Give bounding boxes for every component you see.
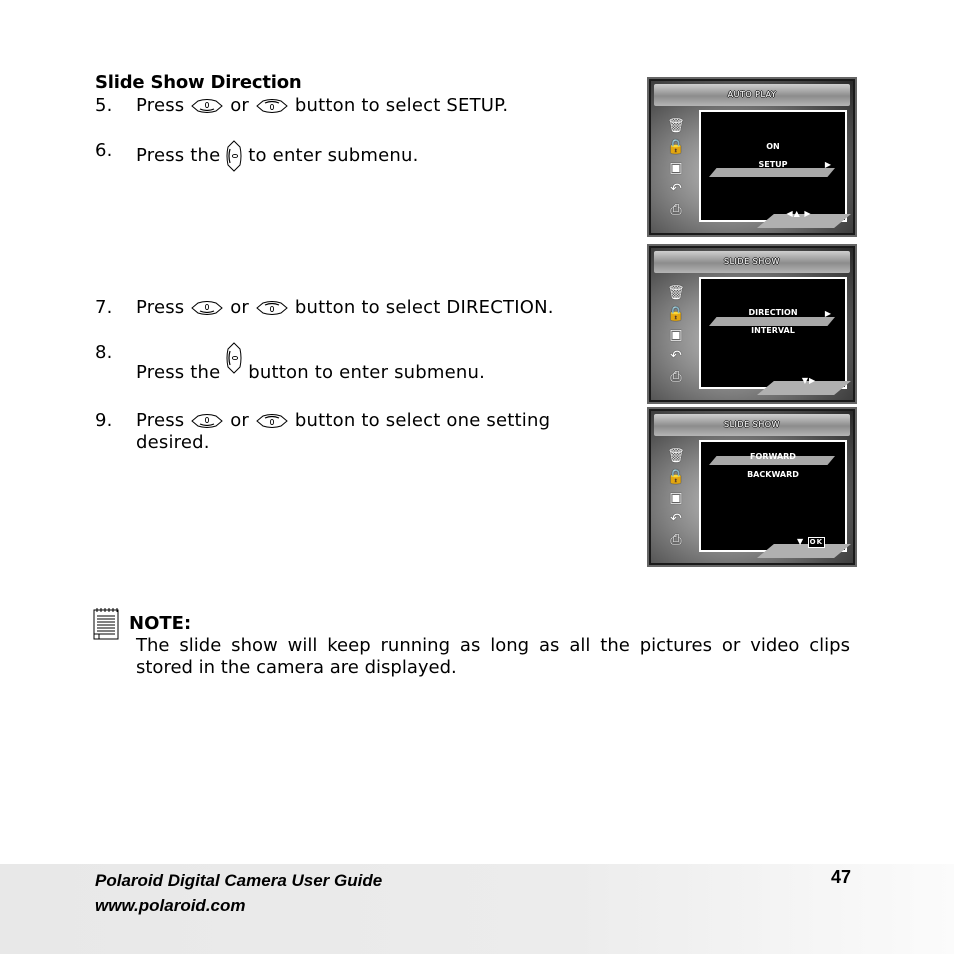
nav-hint: ◀▲ ▶: [786, 209, 812, 218]
trash-icon: 🗑: [667, 448, 685, 464]
step-text: button to select DIRECTION.: [294, 297, 554, 318]
menu-box: ON SETUP ▶: [699, 110, 847, 222]
side-icon-column: 🗑 🔒 ▣ ↶ ⎙: [667, 284, 687, 389]
step-text: or: [230, 297, 250, 318]
step-text: Press the: [136, 145, 221, 166]
step-text: Press: [136, 95, 185, 116]
down-button-icon: [256, 99, 288, 113]
camera-screen-auto-play: AUTO PLAY 🗑 🔒 ▣ ↶ ⎙ ON SETUP ▶ ◀▲ ▶: [647, 77, 857, 237]
section-heading: Slide Show Direction: [95, 72, 302, 93]
nav-hint: ▼: [796, 537, 805, 546]
camera-screen-direction: SLIDE SHOW 🗑 🔒 ▣ ↶ ⎙ FORWARD BACKWARD ▼ …: [647, 407, 857, 567]
page-footer: Polaroid Digital Camera User Guide www.p…: [0, 864, 954, 954]
arrow-right-icon: ▶: [824, 160, 831, 169]
step-number: 7.: [95, 297, 113, 318]
arrow-right-icon: ▶: [824, 309, 831, 318]
side-icon-column: 🗑 🔒 ▣ ↶ ⎙: [667, 447, 687, 552]
page-number: 47: [831, 867, 852, 887]
menu-option[interactable]: BACKWARD: [701, 470, 845, 479]
footer-title: Polaroid Digital Camera User Guide: [95, 871, 383, 890]
step-text: or: [230, 95, 250, 116]
step-number: 9.: [95, 410, 113, 431]
lock-icon: 🔒: [667, 469, 685, 485]
selection-highlight: [709, 317, 835, 326]
trash-icon: 🗑: [667, 285, 685, 301]
note-icon: [93, 608, 119, 640]
nav-hint: ▼▶: [801, 376, 817, 385]
step-number: 5.: [95, 95, 113, 116]
screen-title: SLIDE SHOW: [654, 251, 850, 273]
step-text: Press: [136, 410, 185, 431]
side-icon-column: 🗑 🔒 ▣ ↶ ⎙: [667, 117, 687, 222]
rotate-icon: ↶: [670, 348, 682, 364]
print-icon: ⎙: [670, 369, 682, 385]
step-text: button to select SETUP.: [294, 95, 509, 116]
screen-title: SLIDE SHOW: [654, 414, 850, 436]
selection-highlight: [709, 168, 835, 177]
footer-url[interactable]: www.polaroid.com: [95, 896, 246, 916]
right-button-icon: [226, 342, 242, 374]
right-button-icon: [226, 140, 242, 172]
down-button-icon: [256, 301, 288, 315]
lock-icon: 🔒: [667, 306, 685, 322]
menu-option[interactable]: ON: [701, 142, 845, 151]
screen-title: AUTO PLAY: [654, 84, 850, 106]
menu-box: DIRECTION ▶ INTERVAL: [699, 277, 847, 389]
slideshow-icon: ▣: [669, 490, 683, 506]
step-number: 8.: [95, 342, 113, 363]
nav-hint-row: ▼ OK: [771, 537, 851, 548]
note-body: The slide show will keep running as long…: [136, 635, 850, 678]
step-text: button to enter submenu.: [248, 362, 486, 383]
print-icon: ⎙: [670, 532, 682, 548]
up-button-icon: [191, 99, 224, 113]
print-icon: ⎙: [670, 202, 682, 218]
menu-option-selected[interactable]: DIRECTION: [701, 308, 845, 317]
step-text: Press: [136, 297, 185, 318]
slideshow-icon: ▣: [669, 160, 683, 176]
step-text: Press the: [136, 362, 221, 383]
up-button-icon: [191, 301, 224, 315]
camera-screen-slide-show: SLIDE SHOW 🗑 🔒 ▣ ↶ ⎙ DIRECTION ▶ INTERVA…: [647, 244, 857, 404]
slideshow-icon: ▣: [669, 327, 683, 343]
menu-option-selected[interactable]: SETUP: [701, 160, 845, 169]
trash-icon: 🗑: [667, 118, 685, 134]
menu-box: FORWARD BACKWARD: [699, 440, 847, 552]
rotate-icon: ↶: [670, 511, 682, 527]
note-title: NOTE:: [129, 613, 192, 634]
lock-icon: 🔒: [667, 139, 685, 155]
step-number: 6.: [95, 140, 113, 161]
ok-badge: OK: [807, 537, 826, 548]
menu-option[interactable]: INTERVAL: [701, 326, 845, 335]
menu-option-selected[interactable]: FORWARD: [701, 452, 845, 461]
down-button-icon: [256, 414, 288, 428]
step-text: to enter submenu.: [248, 145, 419, 166]
step-text: or: [230, 410, 250, 431]
rotate-icon: ↶: [670, 181, 682, 197]
up-button-icon: [191, 414, 224, 428]
